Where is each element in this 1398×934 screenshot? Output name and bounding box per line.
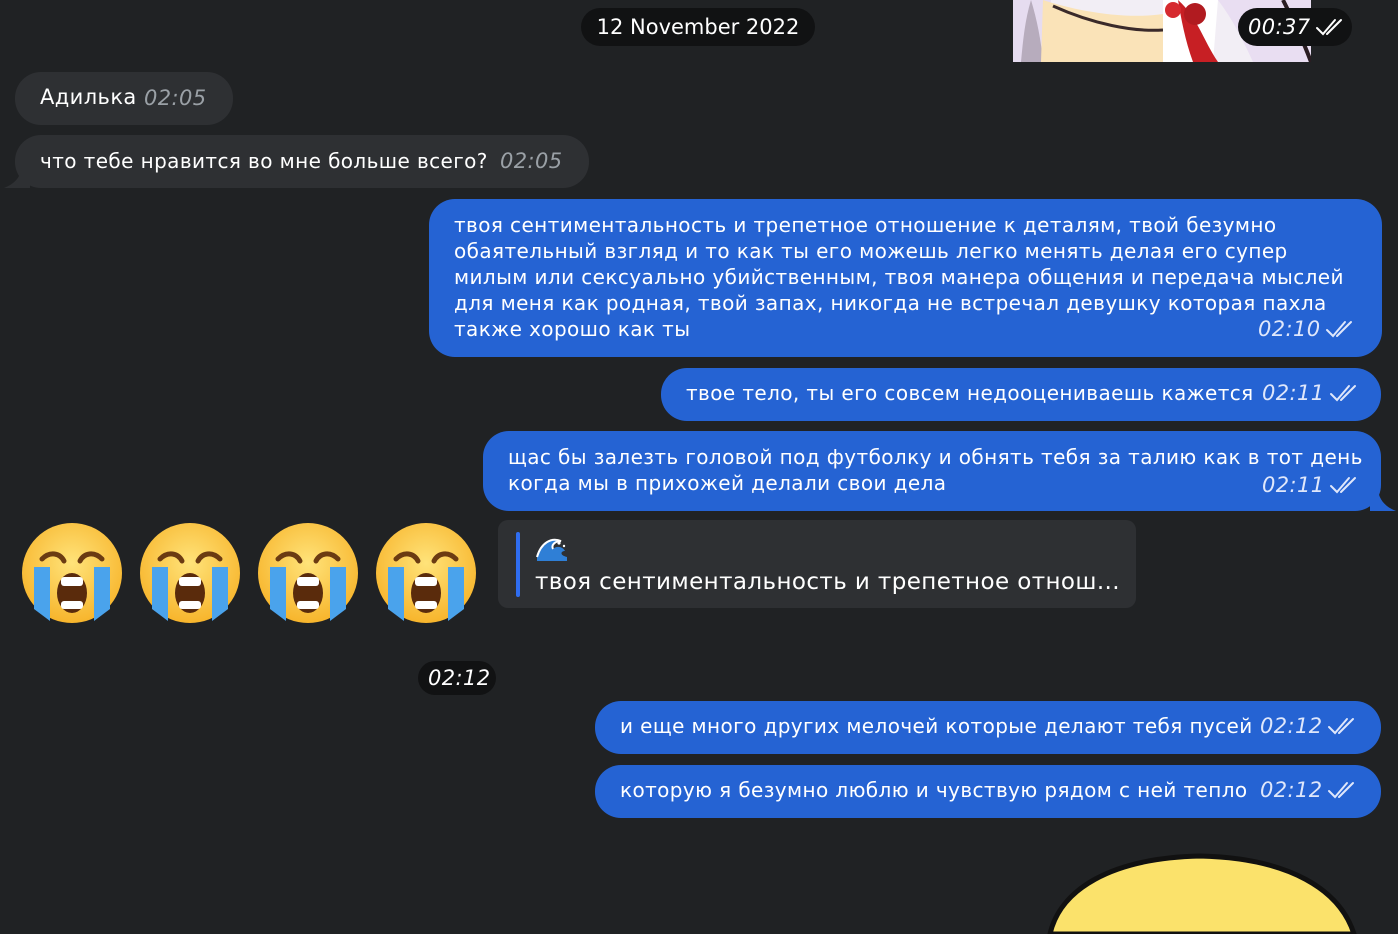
message-line: также хорошо как ты bbox=[454, 317, 691, 341]
message-line: щас бы залезть головой под футболку и об… bbox=[508, 445, 1363, 469]
message-line: милым или сексуально убийственным, твоя … bbox=[454, 265, 1344, 289]
message-status: 02:11 bbox=[1262, 381, 1359, 405]
message-time: 02:12 bbox=[428, 666, 491, 690]
message-text: что тебе нравится во мне больше всего? bbox=[40, 149, 488, 173]
double-check-icon bbox=[1315, 19, 1342, 36]
message-line: когда мы в прихожей делали свои дела bbox=[508, 471, 947, 495]
message-time: 02:11 bbox=[1262, 381, 1325, 405]
message-text: Адилька bbox=[40, 85, 137, 109]
outgoing-message[interactable]: которую я безумно люблю и чувствую рядом… bbox=[595, 765, 1381, 818]
message-time: 02:12 bbox=[1260, 778, 1323, 802]
message-line: твоя сентиментальность и трепетное отнош… bbox=[454, 213, 1277, 237]
message-line: обаятельный взгляд и то как ты его можеш… bbox=[454, 239, 1288, 263]
reply-preview[interactable]: твоя сентиментальность и трепетное отнош… bbox=[498, 520, 1136, 608]
loudly-crying-face-icon bbox=[22, 523, 122, 623]
outgoing-message[interactable]: твоя сентиментальность и трепетное отнош… bbox=[429, 199, 1382, 357]
double-check-icon bbox=[1329, 477, 1356, 494]
message-text: щас бы залезть головой под футболку и об… bbox=[508, 444, 1363, 496]
message-status: 02:12 bbox=[1260, 778, 1357, 802]
message-time: 02:11 bbox=[1262, 473, 1325, 497]
reply-quote-text: твоя сентиментальность и трепетное отнош… bbox=[535, 569, 1120, 595]
incoming-message[interactable]: что тебе нравится во мне больше всего? 0… bbox=[15, 135, 589, 188]
bubble-tail bbox=[1370, 491, 1396, 511]
message-time: 02:10 bbox=[1258, 317, 1321, 341]
reply-accent-bar bbox=[516, 532, 520, 597]
loudly-crying-face-icon bbox=[140, 523, 240, 623]
incoming-message[interactable]: Адилька 02:05 bbox=[15, 72, 233, 125]
message-time: 02:05 bbox=[144, 86, 207, 110]
message-line: для меня как родная, твой запах, никогда… bbox=[454, 291, 1327, 315]
message-time: 02:05 bbox=[500, 149, 563, 173]
emoji-message[interactable] bbox=[20, 521, 490, 627]
message-time: 00:37 bbox=[1248, 15, 1311, 39]
outgoing-message[interactable]: щас бы залезть головой под футболку и об… bbox=[483, 431, 1381, 511]
emoji-time-pill: 02:12 bbox=[418, 661, 496, 695]
loudly-crying-face-icon bbox=[258, 523, 358, 623]
message-text: и еще много других мелочей которые делаю… bbox=[620, 714, 1253, 738]
double-check-icon bbox=[1329, 385, 1356, 402]
message-time: 02:12 bbox=[1260, 714, 1323, 738]
double-check-icon bbox=[1327, 718, 1354, 735]
water-wave-icon bbox=[535, 533, 569, 563]
message-status: 02:10 bbox=[1258, 317, 1355, 341]
outgoing-message[interactable]: твое тело, ты его совсем недооцениваешь … bbox=[661, 368, 1381, 421]
loudly-crying-face-icon bbox=[376, 523, 476, 623]
date-separator: 12 November 2022 bbox=[581, 8, 815, 46]
message-text: которую я безумно люблю и чувствую рядом… bbox=[620, 778, 1248, 802]
message-text: твое тело, ты его совсем недооцениваешь … bbox=[686, 381, 1254, 405]
double-check-icon bbox=[1327, 782, 1354, 799]
yellow-blob-sticker-icon[interactable] bbox=[1040, 850, 1360, 934]
message-status: 02:11 bbox=[1262, 473, 1359, 497]
bubble-tail bbox=[4, 168, 30, 188]
sticker-time-pill: 00:37 bbox=[1238, 8, 1352, 46]
outgoing-message[interactable]: и еще много других мелочей которые делаю… bbox=[595, 701, 1381, 754]
message-status: 02:12 bbox=[1260, 714, 1357, 738]
message-text: твоя сентиментальность и трепетное отнош… bbox=[454, 212, 1344, 342]
double-check-icon bbox=[1325, 321, 1352, 338]
